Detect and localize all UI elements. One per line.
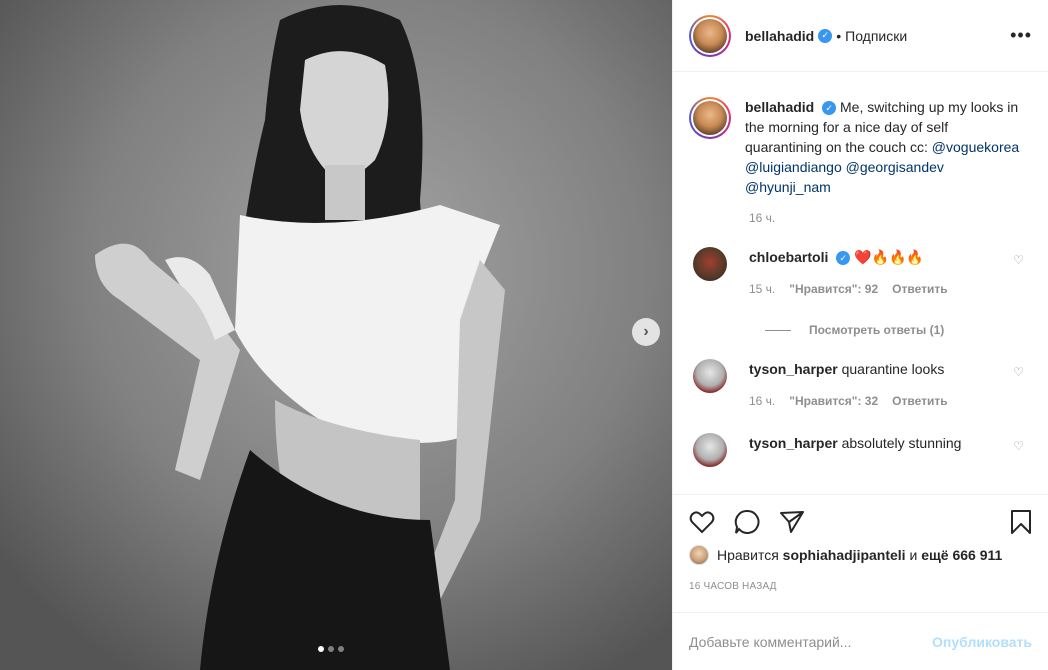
comment-input[interactable] — [689, 633, 933, 650]
post-header: bellahadid ✓ • Подписки ••• — [673, 0, 1048, 72]
post-image[interactable]: › — [0, 0, 672, 670]
likes-summary: Нравится sophiahadjipanteli и ещё 666 91… — [689, 545, 1032, 565]
carousel-indicator — [318, 646, 344, 652]
post-actions: Нравится sophiahadjipanteli и ещё 666 91… — [673, 494, 1048, 592]
comment-icon[interactable] — [733, 509, 761, 535]
caption-username[interactable]: bellahadid — [745, 99, 814, 115]
heart-icon[interactable]: ♡ — [1013, 439, 1024, 453]
avatar[interactable] — [693, 359, 727, 393]
comment-username[interactable]: tyson_harper — [749, 361, 838, 377]
carousel-dot — [318, 646, 324, 652]
reply-button[interactable]: Ответить — [892, 279, 947, 299]
publish-button[interactable]: Опубликовать — [932, 634, 1032, 650]
comment-item: tyson_harper quarantine looks 16 ч. "Нра… — [689, 359, 1032, 411]
verified-icon: ✓ — [818, 28, 833, 43]
comment-username[interactable]: tyson_harper — [749, 435, 838, 451]
likes-middle: и — [909, 547, 918, 563]
likes-user[interactable]: sophiahadjipanteli — [783, 547, 906, 563]
comment-likes[interactable]: "Нравится": 92 — [789, 279, 878, 299]
add-comment-form: Опубликовать — [673, 612, 1048, 670]
caption-time: 16 ч. — [749, 211, 776, 225]
comment-likes[interactable]: "Нравится": 32 — [789, 391, 878, 411]
photo-illustration — [0, 0, 672, 670]
view-replies-button[interactable]: Посмотреть ответы (1) — [765, 323, 1032, 337]
avatar[interactable] — [689, 97, 731, 139]
caption: bellahadid ✓ Me, switching up my looks i… — [689, 73, 1032, 197]
avatar[interactable] — [689, 545, 709, 565]
avatar[interactable] — [689, 14, 731, 57]
comment-text: absolutely stunning — [841, 435, 962, 451]
chevron-right-icon[interactable]: › — [632, 318, 660, 346]
likes-prefix: Нравится — [717, 547, 779, 563]
avatar[interactable] — [693, 433, 727, 467]
comment-username[interactable]: chloebartoli — [749, 249, 828, 265]
avatar[interactable] — [693, 247, 727, 281]
separator: • — [836, 27, 842, 44]
comment-time: 15 ч. — [749, 282, 776, 296]
verified-icon: ✓ — [822, 101, 837, 116]
comments-list[interactable]: bellahadid ✓ Me, switching up my looks i… — [673, 73, 1048, 493]
posted-time[interactable]: 16 ЧАСОВ НАЗАД — [689, 581, 1032, 592]
more-icon[interactable]: ••• — [1010, 25, 1032, 46]
comment-time: 16 ч. — [749, 394, 776, 408]
follow-button[interactable]: Подписки — [845, 28, 907, 44]
heart-icon[interactable]: ♡ — [1013, 365, 1024, 379]
author-username[interactable]: bellahadid — [745, 28, 814, 44]
likes-count[interactable]: ещё 666 911 — [921, 547, 1002, 563]
reply-button[interactable]: Ответить — [892, 391, 947, 411]
share-icon[interactable] — [779, 510, 805, 534]
comment-text: ❤️🔥🔥🔥 — [854, 249, 924, 265]
bookmark-icon[interactable] — [1010, 509, 1032, 535]
carousel-dot — [338, 646, 344, 652]
comment-text: quarantine looks — [841, 361, 945, 377]
heart-icon[interactable] — [689, 510, 715, 534]
verified-icon: ✓ — [836, 251, 851, 266]
comment-item: chloebartoli ✓ ❤️🔥🔥🔥 15 ч. "Нравится": 9… — [689, 247, 1032, 299]
heart-icon[interactable]: ♡ — [1013, 253, 1024, 267]
view-replies-label: Посмотреть ответы (1) — [809, 323, 945, 337]
carousel-dot — [328, 646, 334, 652]
post-sidebar: bellahadid ✓ • Подписки ••• bellahadid ✓… — [672, 0, 1048, 670]
comment-item: tyson_harper absolutely stunning ♡ — [689, 433, 1032, 467]
